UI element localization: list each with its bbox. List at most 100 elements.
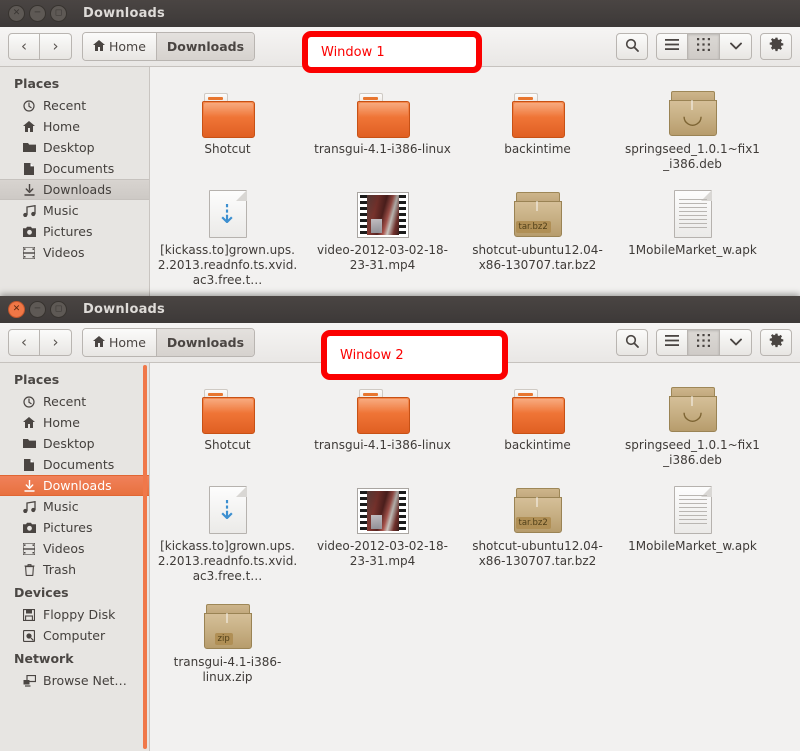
file-item[interactable]: zip transgui-4.1-i386-linux.zip [150,590,305,691]
grid-view-button[interactable] [688,329,720,356]
sidebar-item-documents[interactable]: Documents [0,158,149,179]
breadcrumb-item-home[interactable]: Home [83,33,156,60]
file-item[interactable]: Shotcut [150,77,305,178]
breadcrumb-item-downloads[interactable]: Downloads [155,33,255,60]
sidebar-item-computer[interactable]: Computer [0,625,149,646]
file-item[interactable]: tar.bz2 shotcut-ubuntu12.04-x86-130707.t… [460,474,615,590]
sidebar-window-1[interactable]: Places Recent Home Desktop Documents Dow… [0,67,150,296]
sidebar-item-label: Documents [43,161,115,176]
file-item[interactable]: video-2012-03-02-18-23-31.mp4 [305,474,460,590]
sidebar-item-videos[interactable]: Videos [0,242,149,263]
file-item[interactable]: transgui-4.1-i386-linux [305,77,460,178]
floppy-icon [22,608,36,621]
file-item[interactable]: tar.bz2 shotcut-ubuntu12.04-x86-130707.t… [460,178,615,294]
file-grid-window-2[interactable]: Shotcut transgui-4.1-i386-linux backinti… [150,363,800,751]
folder-icon [22,438,36,449]
breadcrumb-item-home[interactable]: Home [83,329,156,356]
sidebar-heading-places: Places [14,76,60,91]
search-button[interactable] [616,329,648,356]
back-button[interactable]: ‹ [8,329,40,356]
file-item[interactable]: ◡ springseed_1.0.1~fix1_i386.deb [615,373,770,474]
file-item[interactable]: transgui-4.1-i386-linux [305,373,460,474]
window-controls: ✕ ─ ◻ [8,5,67,22]
file-item[interactable]: Shotcut [150,373,305,474]
file-item[interactable]: ⇣ [kickass.to]grown.ups.2.2013.readnfo.t… [150,178,305,294]
sidebar-item-floppy-disk[interactable]: Floppy Disk [0,604,149,625]
sidebar-item-music[interactable]: Music [0,496,149,517]
back-button[interactable]: ‹ [8,33,40,60]
sidebar-item-downloads[interactable]: Downloads [0,179,149,200]
sidebar-item-home[interactable]: Home [0,116,149,137]
sidebar-item-home[interactable]: Home [0,412,149,433]
breadcrumb-label: Home [109,335,146,350]
file-item[interactable]: backintime [460,373,615,474]
forward-button[interactable]: › [40,33,72,60]
chevron-down-icon [729,335,742,350]
text-document-icon [673,182,712,238]
sidebar-item-label: Desktop [43,140,95,155]
file-name: video-2012-03-02-18-23-31.mp4 [317,243,448,272]
file-item[interactable]: 1MobileMarket_w.apk [615,178,770,294]
list-view-button[interactable] [656,33,688,60]
archive-icon: zip [203,594,253,650]
sidebar-item-documents[interactable]: Documents [0,454,149,475]
archive-badge: tar.bz2 [515,517,551,529]
sidebar-item-downloads[interactable]: Downloads [0,475,149,496]
sidebar-item-pictures[interactable]: Pictures [0,517,149,538]
sidebar-item-videos[interactable]: Videos [0,538,149,559]
search-icon [625,334,639,352]
titlebar-window-1[interactable]: ✕ ─ ◻ Downloads [0,0,800,27]
view-options-button[interactable] [720,33,752,60]
folder-icon [511,81,565,138]
forward-button[interactable]: › [40,329,72,356]
file-item[interactable]: ◡ springseed_1.0.1~fix1_i386.deb [615,77,770,178]
view-mode-group [656,329,752,356]
chevron-right-icon: › [52,37,59,55]
document-icon [22,162,36,175]
sidebar-item-browse-network[interactable]: Browse Net… [0,670,149,691]
sidebar-item-trash[interactable]: Trash [0,559,149,580]
video-thumbnail-icon [356,478,409,534]
file-name: backintime [504,438,571,452]
grid-view-button[interactable] [688,33,720,60]
sidebar-window-2[interactable]: Places Recent Home Desktop Documents Dow… [0,363,150,751]
sidebar-item-pictures[interactable]: Pictures [0,221,149,242]
deb-package-icon: ◡ [668,377,718,433]
close-icon[interactable]: ✕ [8,5,25,22]
archive-badge: tar.bz2 [515,221,551,233]
document-icon [22,458,36,471]
folder-icon [511,377,565,434]
maximize-icon[interactable]: ◻ [50,5,67,22]
breadcrumb-label: Downloads [166,39,245,54]
file-name: transgui-4.1-i386-linux [314,142,451,156]
minimize-icon[interactable]: ─ [29,5,46,22]
view-options-button[interactable] [720,329,752,356]
settings-button[interactable] [760,329,792,356]
file-grid-window-1[interactable]: Shotcut transgui-4.1-i386-linux backinti… [150,67,800,296]
file-name: Shotcut [204,438,251,452]
film-icon [22,542,36,555]
camera-icon [22,226,36,237]
sidebar-item-desktop[interactable]: Desktop [0,137,149,158]
sidebar-item-desktop[interactable]: Desktop [0,433,149,454]
file-item[interactable]: video-2012-03-02-18-23-31.mp4 [305,178,460,294]
sidebar-item-recent[interactable]: Recent [0,391,149,412]
minimize-icon[interactable]: ─ [29,301,46,318]
chevron-right-icon: › [52,333,59,351]
list-view-button[interactable] [656,329,688,356]
search-button[interactable] [616,33,648,60]
file-item[interactable]: backintime [460,77,615,178]
breadcrumb-item-downloads[interactable]: Downloads [155,329,255,356]
maximize-icon[interactable]: ◻ [50,301,67,318]
music-icon [22,500,36,513]
sidebar-item-music[interactable]: Music [0,200,149,221]
sidebar-item-recent[interactable]: Recent [0,95,149,116]
file-item[interactable]: ⇣ [kickass.to]grown.ups.2.2013.readnfo.t… [150,474,305,590]
sidebar-scrollbar[interactable] [143,365,147,749]
window-title: Downloads [83,6,165,21]
close-icon[interactable]: ✕ [8,301,25,318]
video-thumbnail-icon [356,182,409,238]
titlebar-window-2[interactable]: ✕ ─ ◻ Downloads [0,296,800,323]
settings-button[interactable] [760,33,792,60]
file-item[interactable]: 1MobileMarket_w.apk [615,474,770,590]
